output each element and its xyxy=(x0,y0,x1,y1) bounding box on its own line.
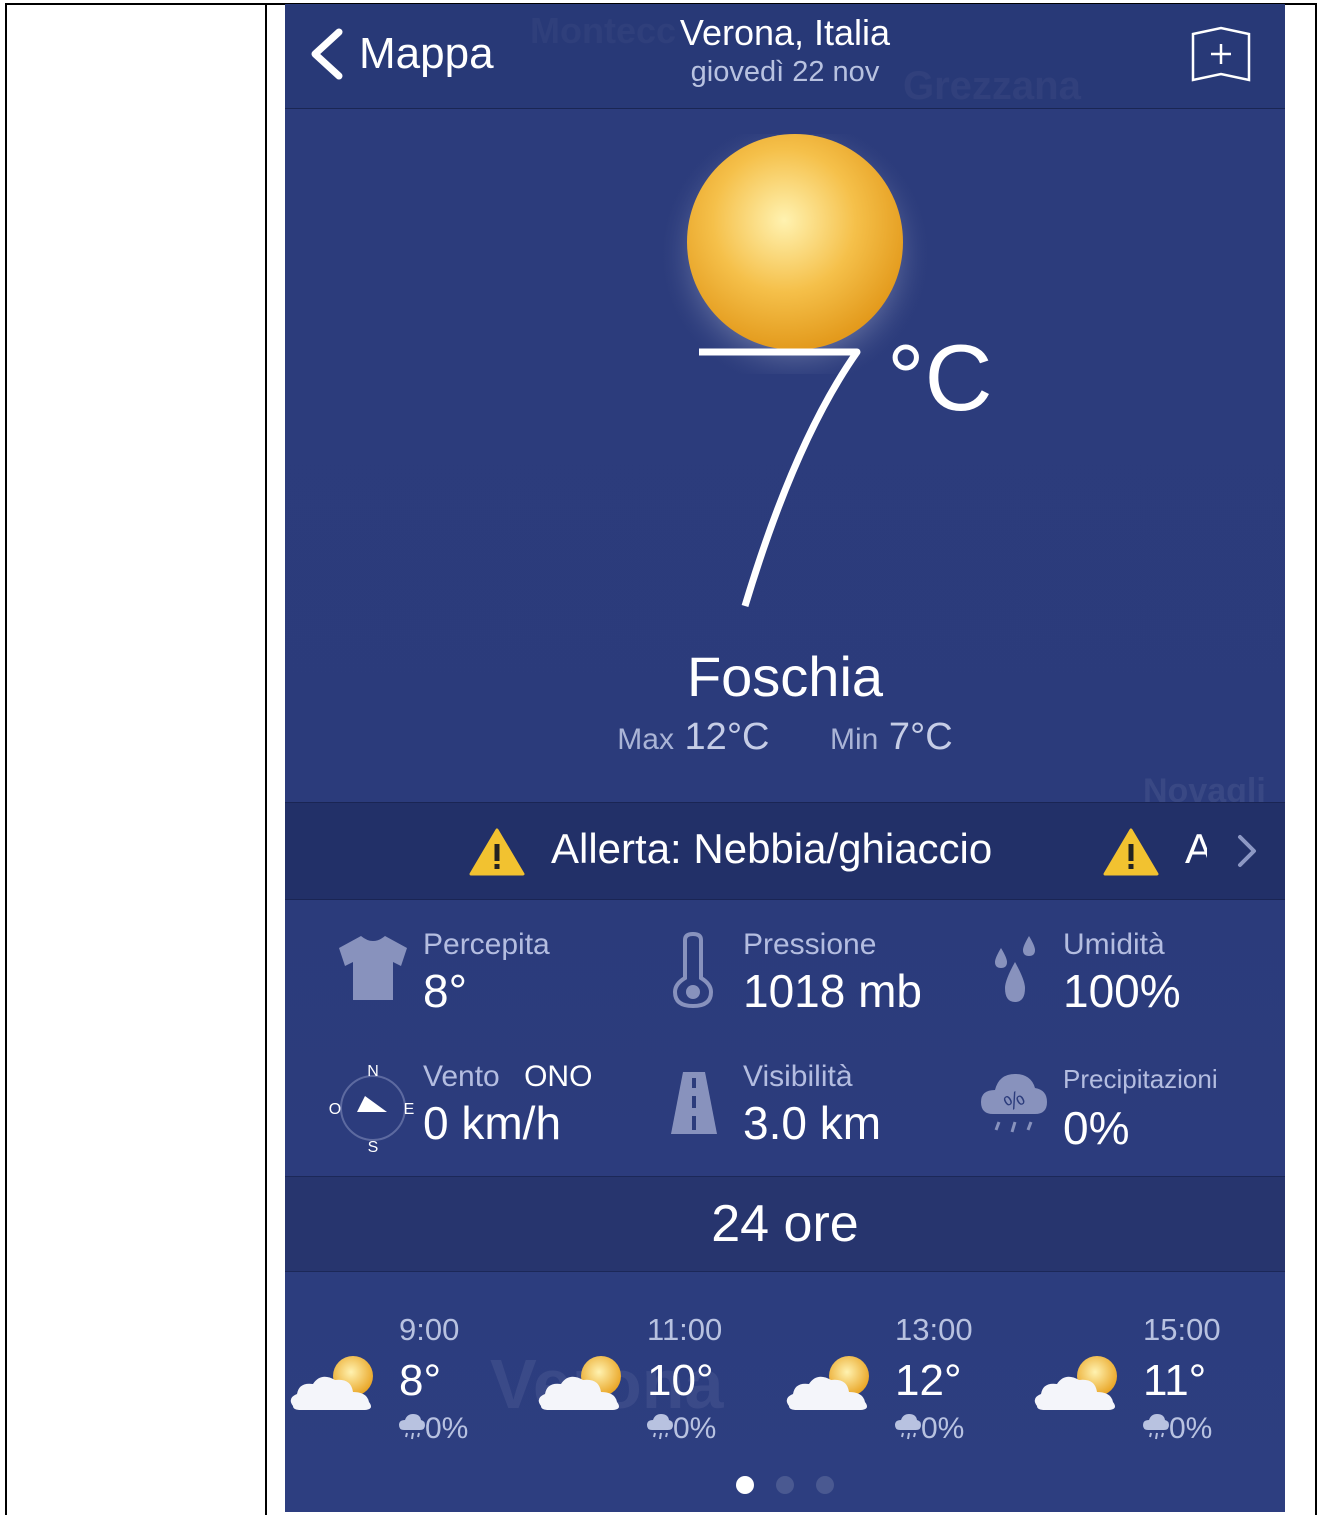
chevron-right-icon[interactable] xyxy=(1235,833,1259,869)
pressure-value: 1018 mb xyxy=(743,965,923,1017)
shirt-icon xyxy=(339,936,407,1000)
precipitation-value: 0% xyxy=(1063,1102,1130,1154)
hour-time: 13:00 xyxy=(895,1312,973,1347)
partly-cloudy-icon xyxy=(786,1356,869,1410)
wind-value: 0 km/h xyxy=(423,1097,562,1149)
rain-drop-icon xyxy=(647,1414,673,1440)
hour-precip-value: 0% xyxy=(673,1412,717,1445)
hour-temp: 10° xyxy=(647,1356,714,1405)
wind-stat: Vento ONO 0 km/h xyxy=(423,1060,592,1150)
location-name: Verona, Italia xyxy=(679,12,891,53)
wind-direction: ONO xyxy=(524,1060,593,1093)
alert-banner[interactable]: Allerta: Nebbia/ghiaccio A xyxy=(285,802,1285,900)
rain-percent-icon: % xyxy=(981,1074,1047,1133)
partly-cloudy-icon xyxy=(538,1356,621,1410)
partly-cloudy-icon xyxy=(290,1356,373,1410)
hour-time: 15:00 xyxy=(1143,1312,1221,1347)
hour-precip: 0% xyxy=(647,1412,716,1446)
hour-time: 9:00 xyxy=(399,1312,460,1347)
pressure-label: Pressione xyxy=(743,928,877,961)
max-label: Max xyxy=(617,723,674,756)
hour-temp: 8° xyxy=(399,1356,442,1405)
feels-like-stat: Percepita 8° xyxy=(423,928,550,1018)
precipitation-label: Precipitazioni xyxy=(1063,1064,1218,1094)
visibility-label: Visibilità xyxy=(743,1060,853,1093)
humidity-value: 100% xyxy=(1063,965,1181,1017)
humidity-stat: Umidità 100% xyxy=(1063,928,1181,1018)
table-divider xyxy=(265,3,267,1515)
wind-label-row: Vento ONO xyxy=(423,1060,592,1094)
page-dot[interactable] xyxy=(816,1476,834,1494)
compass-o: O xyxy=(329,1101,341,1118)
weather-screen: Montecc Grezzana Novagli Verona Mappa Ve… xyxy=(285,4,1285,1512)
hour-precip: 0% xyxy=(895,1412,964,1446)
hour-precip: 0% xyxy=(1143,1412,1212,1446)
rain-drop-icon xyxy=(399,1414,425,1440)
wind-label: Vento xyxy=(423,1060,500,1093)
date-label: giovedì 22 nov xyxy=(690,56,880,88)
page-dot[interactable] xyxy=(736,1476,754,1494)
thermometer-icon xyxy=(672,932,714,1008)
alert-text-next: A xyxy=(1185,825,1207,872)
temperature-unit: °C xyxy=(887,325,993,430)
road-icon xyxy=(671,1072,717,1134)
rain-drop-icon xyxy=(1143,1414,1169,1440)
condition-label: Foschia xyxy=(686,645,884,708)
hour-precip: 0% xyxy=(399,1412,468,1446)
hour-precip-value: 0% xyxy=(425,1412,469,1445)
compass-s: S xyxy=(368,1139,379,1156)
pressure-stat: Pressione 1018 mb xyxy=(743,928,922,1018)
precipitation-stat: Precipitazioni 0% xyxy=(1063,1064,1218,1155)
page-indicator[interactable] xyxy=(285,1476,1285,1494)
hour-time: 11:00 xyxy=(647,1312,723,1347)
rain-drop-icon xyxy=(895,1414,921,1440)
visibility-value: 3.0 km xyxy=(743,1097,882,1149)
hourly-title[interactable]: 24 ore xyxy=(285,1176,1285,1272)
hour-precip-value: 0% xyxy=(1169,1412,1213,1445)
min-label: Min xyxy=(830,723,879,756)
top-bar: Mappa Verona, Italia giovedì 22 nov xyxy=(285,4,1285,109)
warning-icon xyxy=(469,828,525,876)
alert-text: Allerta: Nebbia/ghiaccio xyxy=(551,825,993,872)
feels-like-value: 8° xyxy=(423,965,467,1017)
compass-n: N xyxy=(367,1063,379,1080)
partly-cloudy-icon xyxy=(1034,1356,1117,1410)
visibility-stat: Visibilità 3.0 km xyxy=(743,1060,881,1150)
compass-icon: N S E O xyxy=(329,1063,415,1156)
page-dot[interactable] xyxy=(776,1476,794,1494)
compass-e: E xyxy=(404,1101,415,1118)
drops-icon xyxy=(995,936,1035,1002)
hour-precip-value: 0% xyxy=(921,1412,965,1445)
add-bookmark-icon[interactable] xyxy=(1189,24,1253,84)
feels-like-label: Percepita xyxy=(423,928,550,961)
humidity-label: Umidità xyxy=(1063,928,1165,961)
hour-temp: 11° xyxy=(1143,1356,1207,1405)
max-value: 12°C xyxy=(684,716,770,758)
location-block: Verona, Italia giovedì 22 nov xyxy=(285,12,1285,89)
hour-temp: 12° xyxy=(895,1356,962,1405)
min-value: 7°C xyxy=(888,716,953,758)
max-min-row: Max 12°C Min 7°C xyxy=(285,716,1285,759)
warning-icon xyxy=(1103,828,1159,876)
